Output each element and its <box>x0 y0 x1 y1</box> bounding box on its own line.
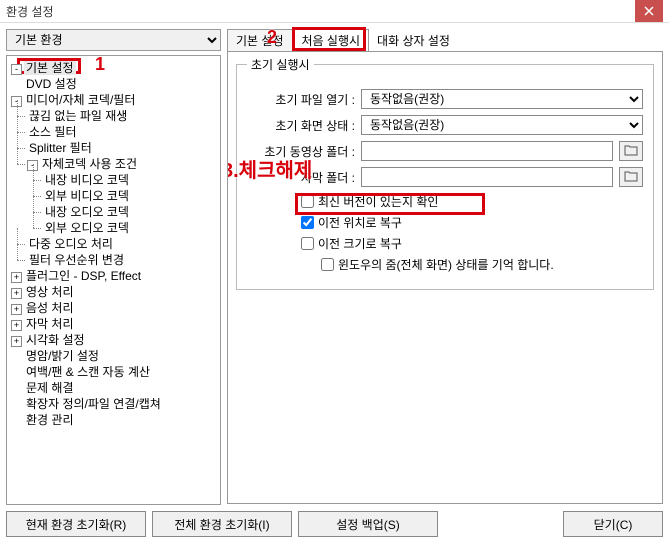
tree-node[interactable]: 확장자 정의/파일 연결/캡쳐 <box>24 397 163 411</box>
tree-node-basic[interactable]: 기본 설정 <box>24 61 76 75</box>
tree-node[interactable]: 여백/팬 & 스캔 자동 계산 <box>24 365 152 379</box>
input-video-folder[interactable] <box>361 141 613 161</box>
tree-node[interactable]: 다중 오디오 처리 <box>27 237 115 251</box>
reset-all-button[interactable]: 전체 환경 초기화(I) <box>152 511 292 537</box>
tree-node[interactable]: 영상 처리 <box>24 285 76 299</box>
checkbox-remember-zoom[interactable] <box>321 258 334 271</box>
tree-node[interactable]: 끊김 없는 파일 재생 <box>27 109 129 123</box>
folder-icon <box>624 170 638 185</box>
select-file-open[interactable]: 동작없음(권장) <box>361 89 643 109</box>
checkbox-restore-pos[interactable] <box>301 216 314 229</box>
tree-node[interactable]: DVD 설정 <box>24 77 79 91</box>
tree-node[interactable]: 외부 오디오 코덱 <box>43 221 131 235</box>
expand-icon[interactable]: + <box>11 272 22 283</box>
close-button[interactable]: 닫기(C) <box>563 511 663 537</box>
settings-tree[interactable]: -기본 설정 DVD 설정 -미디어/자체 코덱/필터 끊김 없는 파일 재생 … <box>9 60 218 428</box>
tree-node[interactable]: 내장 비디오 코덱 <box>43 173 131 187</box>
label-video-folder: 초기 동영상 폴더 : <box>247 143 355 160</box>
label-subtitle-folder: 자막 폴더 : <box>247 169 355 186</box>
expand-icon[interactable]: + <box>11 288 22 299</box>
checkbox-update[interactable] <box>301 195 314 208</box>
tree-node[interactable]: 자막 처리 <box>24 317 76 331</box>
tree-node[interactable]: 필터 우선순위 변경 <box>27 253 126 267</box>
expand-icon[interactable]: - <box>11 64 22 75</box>
input-subtitle-folder[interactable] <box>361 167 613 187</box>
select-screen-state[interactable]: 동작없음(권장) <box>361 115 643 135</box>
fieldset-legend: 초기 실행시 <box>247 56 314 73</box>
browse-subtitle-folder[interactable] <box>619 167 643 187</box>
window-title: 환경 설정 <box>6 3 635 20</box>
tree-node[interactable]: 자체코덱 사용 조건 <box>40 157 139 171</box>
tree-node[interactable]: 소스 필터 <box>27 125 79 139</box>
folder-icon <box>624 144 638 159</box>
tree-node[interactable]: 환경 관리 <box>24 413 76 427</box>
tree-node[interactable]: 외부 비디오 코덱 <box>43 189 131 203</box>
close-icon[interactable] <box>635 0 663 22</box>
expand-icon[interactable]: + <box>11 336 22 347</box>
label-update: 최신 버전이 있는지 확인 <box>318 193 438 210</box>
reset-current-button[interactable]: 현재 환경 초기화(R) <box>6 511 146 537</box>
tab-first-run[interactable]: 처음 실행시 <box>293 29 370 51</box>
tree-node[interactable]: 명암/밝기 설정 <box>24 349 101 363</box>
label-screen-state: 초기 화면 상태 : <box>247 117 355 134</box>
label-remember-zoom: 윈도우의 줌(전체 화면) 상태를 기억 합니다. <box>338 256 554 273</box>
tree-node[interactable]: 내장 오디오 코덱 <box>43 205 131 219</box>
preset-select[interactable]: 기본 환경 <box>6 29 221 51</box>
label-restore-pos: 이전 위치로 복구 <box>318 214 402 231</box>
tree-node[interactable]: Splitter 필터 <box>27 141 94 155</box>
tab-basic[interactable]: 기본 설정 <box>227 29 293 51</box>
expand-icon[interactable]: + <box>11 320 22 331</box>
label-file-open: 초기 파일 열기 : <box>247 91 355 108</box>
expand-icon[interactable]: + <box>11 304 22 315</box>
tree-node[interactable]: 음성 처리 <box>24 301 76 315</box>
browse-video-folder[interactable] <box>619 141 643 161</box>
label-restore-size: 이전 크기로 복구 <box>318 235 402 252</box>
tree-node[interactable]: 시각화 설정 <box>24 333 87 347</box>
tree-node[interactable]: 문제 해결 <box>24 381 76 395</box>
backup-button[interactable]: 설정 백업(S) <box>298 511 438 537</box>
tree-node[interactable]: 플러그인 - DSP, Effect <box>24 269 143 283</box>
checkbox-restore-size[interactable] <box>301 237 314 250</box>
tab-dialog[interactable]: 대화 상자 설정 <box>369 30 458 51</box>
tree-node[interactable]: 미디어/자체 코덱/필터 <box>24 93 137 107</box>
